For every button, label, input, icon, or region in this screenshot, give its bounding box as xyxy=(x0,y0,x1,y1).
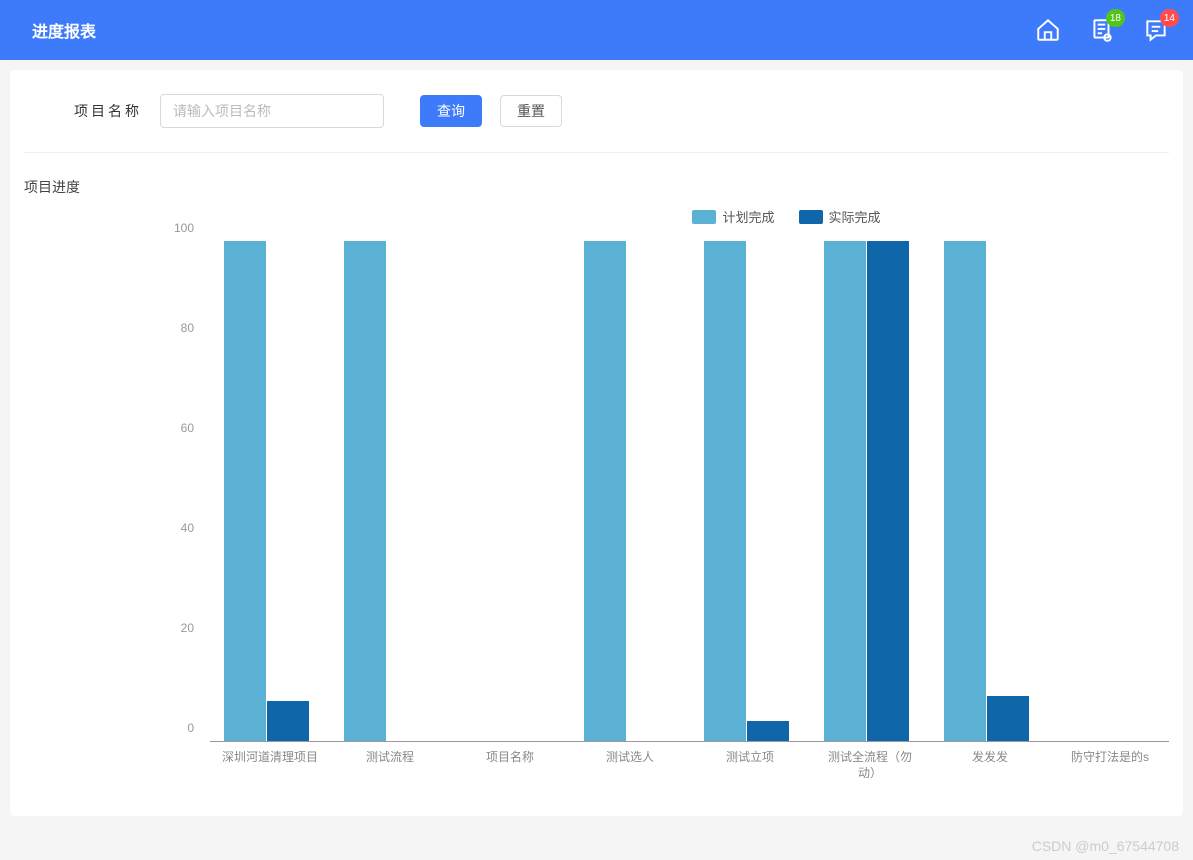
legend-item-planned[interactable]: 计划完成 xyxy=(692,207,774,226)
y-tick: 100 xyxy=(24,221,194,235)
query-button[interactable]: 查询 xyxy=(420,95,482,127)
bar-planned[interactable] xyxy=(584,241,626,741)
x-label: 防守打法是的s xyxy=(1060,750,1160,766)
header-icons: 18 14 xyxy=(1035,17,1169,43)
bar-planned[interactable] xyxy=(704,241,746,741)
y-tick: 20 xyxy=(24,621,194,635)
search-row: 项目名称 查询 重置 xyxy=(24,94,1169,153)
search-label: 项目名称 xyxy=(74,101,142,121)
bar-planned[interactable] xyxy=(344,241,386,741)
bar-actual[interactable] xyxy=(747,721,789,741)
x-label: 测试全流程（勿动） xyxy=(820,750,920,781)
y-tick: 40 xyxy=(24,521,194,535)
main-panel: 项目名称 查询 重置 项目进度 计划完成 实际完成 0 20 40 60 80 100 深… xyxy=(10,70,1183,816)
chat-icon[interactable]: 14 xyxy=(1143,17,1169,43)
bar-group xyxy=(704,241,794,741)
y-tick: 0 xyxy=(24,721,194,735)
x-label: 测试选人 xyxy=(580,750,680,766)
chart-area: 020406080100 深圳河道清理项目测试流程项目名称测试选人测试立项测试全… xyxy=(24,242,1169,802)
bar-actual[interactable] xyxy=(267,701,309,741)
bar-planned[interactable] xyxy=(944,241,986,741)
x-label: 发发发 xyxy=(940,750,1040,766)
project-name-input[interactable] xyxy=(160,94,384,128)
document-badge: 18 xyxy=(1106,9,1125,27)
y-tick: 80 xyxy=(24,321,194,335)
bar-group xyxy=(584,241,674,741)
y-axis: 020406080100 xyxy=(24,242,204,742)
bar-group xyxy=(824,241,914,741)
legend-label-planned: 计划完成 xyxy=(722,207,774,226)
chat-badge: 14 xyxy=(1160,9,1179,27)
home-icon[interactable] xyxy=(1035,17,1061,43)
legend-item-actual[interactable]: 实际完成 xyxy=(799,207,881,226)
bar-actual[interactable] xyxy=(987,696,1029,741)
bar-group xyxy=(944,241,1034,741)
x-label: 深圳河道清理项目 xyxy=(220,750,320,766)
x-label: 项目名称 xyxy=(460,750,560,766)
chart-legend: 计划完成 实际完成 xyxy=(404,207,1169,226)
page-title: 进度报表 xyxy=(32,18,96,42)
x-label: 测试立项 xyxy=(700,750,800,766)
top-header: 进度报表 18 14 xyxy=(0,0,1193,60)
section-title: 项目进度 xyxy=(24,177,1169,197)
plot-area xyxy=(210,242,1169,742)
bar-group xyxy=(344,241,434,741)
x-label: 测试流程 xyxy=(340,750,440,766)
bar-actual[interactable] xyxy=(867,241,909,741)
x-axis: 深圳河道清理项目 测试流程 项目名称 测试选人 测试立项 测试全流程（勿动） 发发发 防守打法… xyxy=(210,746,1169,802)
bar-planned[interactable] xyxy=(224,241,266,741)
reset-button[interactable]: 重置 xyxy=(500,95,562,127)
bar-group xyxy=(224,241,314,741)
y-tick: 60 xyxy=(24,421,194,435)
legend-swatch-actual xyxy=(799,210,823,224)
legend-label-actual: 实际完成 xyxy=(829,207,881,226)
bar-planned[interactable] xyxy=(824,241,866,741)
legend-swatch-planned xyxy=(692,210,716,224)
document-icon[interactable]: 18 xyxy=(1089,17,1115,43)
watermark: CSDN @m0_67544708 xyxy=(1032,838,1179,854)
